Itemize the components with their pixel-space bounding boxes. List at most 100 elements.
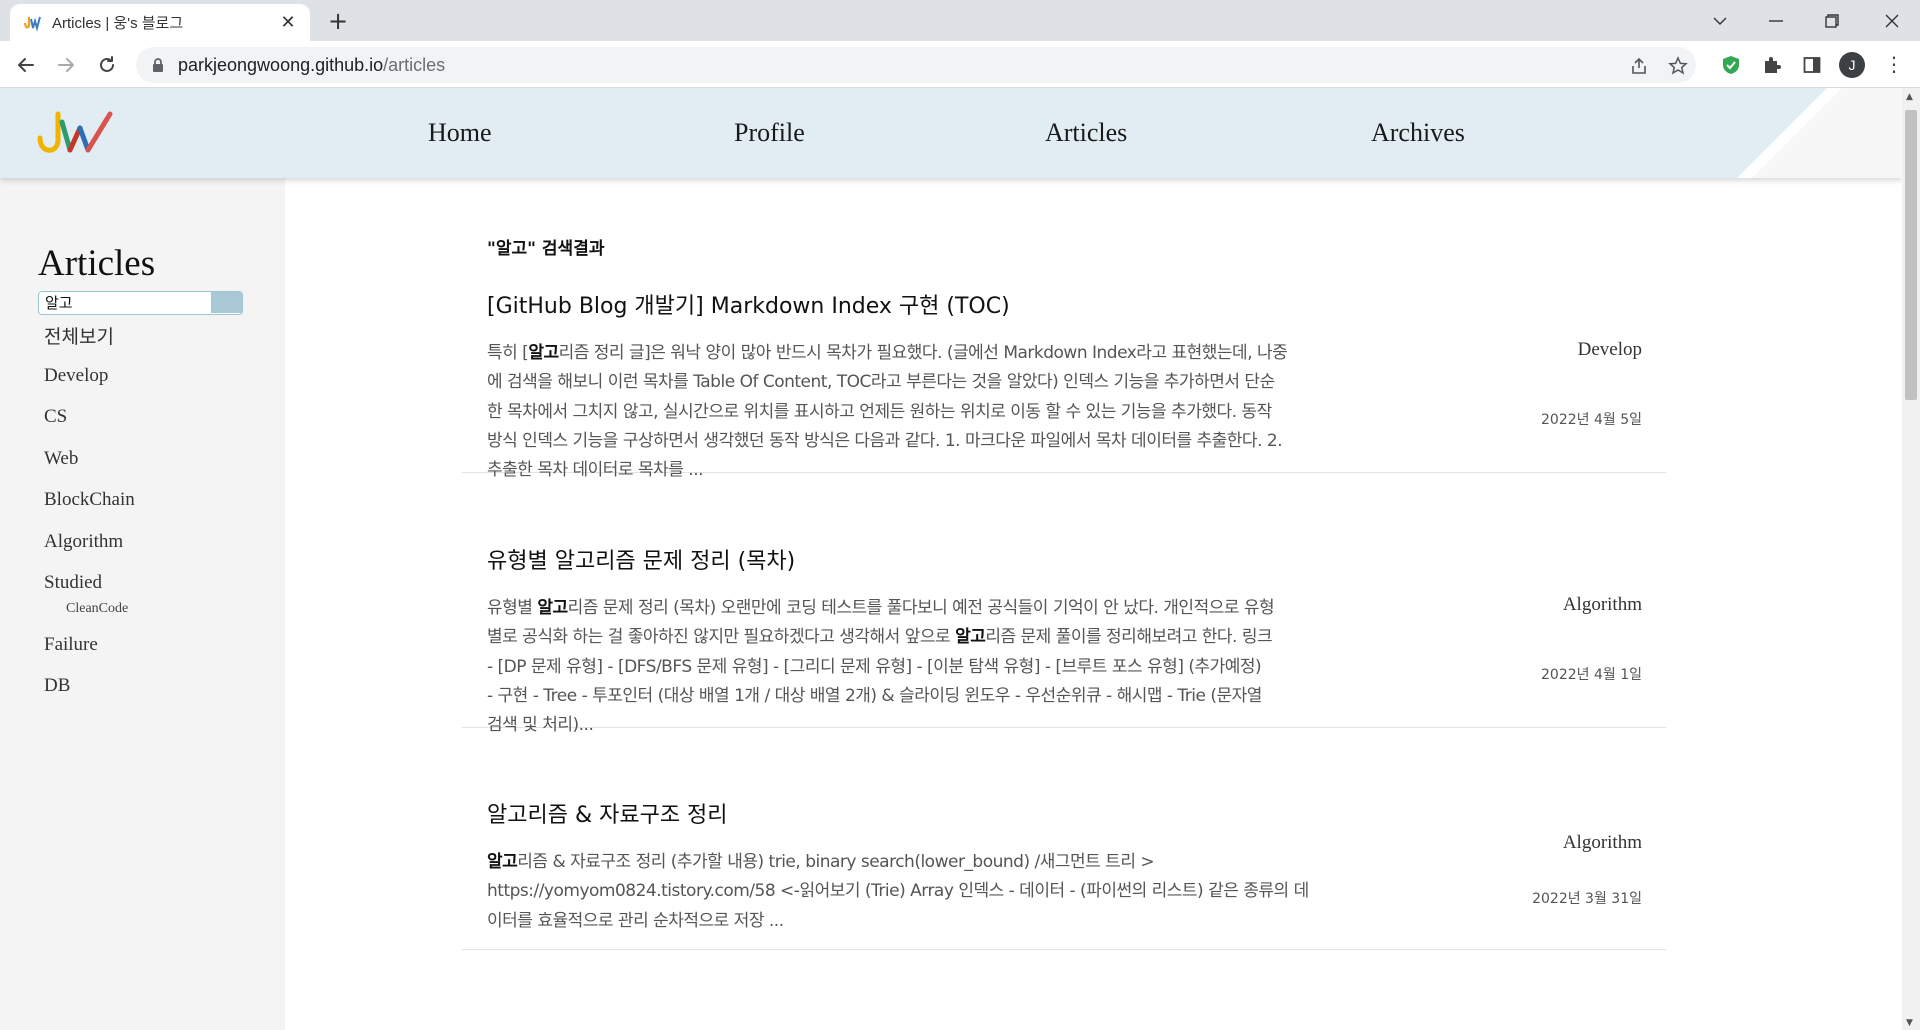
- post-title[interactable]: 알고리즘 & 자료구조 정리: [487, 797, 728, 829]
- category-develop[interactable]: Develop: [44, 365, 108, 387]
- post-item[interactable]: 유형별 알고리즘 문제 정리 (목차) 유형별 알고리즘 문제 정리 (목차) …: [462, 543, 1666, 735]
- excerpt-text: 리즘 정리 글]은 워낙 양이 많아 반드시 목차가 필요했다. (글에선 Ma…: [558, 343, 1288, 363]
- category-db[interactable]: DB: [44, 675, 70, 697]
- site-header: Home Profile Articles Archives: [0, 88, 1902, 178]
- category-web[interactable]: Web: [44, 448, 78, 470]
- search-highlight: 알고: [487, 852, 518, 872]
- excerpt-text: 리즘 & 자료구조 정리 (추가할 내용) trie, binary searc…: [517, 852, 1155, 872]
- category-cs[interactable]: CS: [44, 406, 67, 428]
- category-all[interactable]: 전체보기: [44, 322, 114, 349]
- post-title[interactable]: [GitHub Blog 개발기] Markdown Index 구현 (TOC…: [487, 288, 1010, 320]
- excerpt-text: 유형별: [487, 598, 538, 618]
- search-result-heading: "알고" 검색결과: [487, 239, 605, 259]
- category-algorithm[interactable]: Algorithm: [44, 531, 123, 553]
- post-date: 2022년 3월 31일: [1532, 891, 1642, 907]
- excerpt-line: 유형별 알고리즘 문제 정리 (목차) 오랜만에 코딩 테스트를 풀다보니 예전…: [487, 594, 1452, 623]
- excerpt-text: 이터를 효율적으로 관리 순차적으로 저장 ...: [487, 910, 784, 931]
- excerpt-line: 알고리즘 & 자료구조 정리 (추가할 내용) trie, binary sea…: [487, 848, 1452, 877]
- excerpt-text: https://yomyom0824.tistory.com/58 <-읽어보기…: [487, 881, 1309, 902]
- excerpt-text: - 구현 - Tree - 투포인터 (대상 배열 1개 / 대상 배열 2개)…: [487, 685, 1262, 706]
- search-input[interactable]: [39, 292, 209, 313]
- excerpt-line: 특히 [알고리즘 정리 글]은 워낙 양이 많아 반드시 목차가 필요했다. (…: [487, 339, 1452, 368]
- restore-button[interactable]: [1804, 0, 1860, 41]
- category-blockchain[interactable]: BlockChain: [44, 489, 135, 511]
- post-excerpt: 유형별 알고리즘 문제 정리 (목차) 오랜만에 코딩 테스트를 풀다보니 예전…: [487, 594, 1452, 740]
- url-host: parkjeongwoong.github.io: [178, 54, 384, 75]
- excerpt-text: 별로 공식화 하는 걸 좋아하진 않지만 필요하겠다고 생각해서 앞으로: [487, 627, 956, 648]
- url-path: /articles: [383, 54, 446, 75]
- minimize-button[interactable]: [1748, 0, 1804, 41]
- new-tab-button[interactable]: +: [324, 8, 352, 36]
- excerpt-line: 별로 공식화 하는 걸 좋아하진 않지만 필요하겠다고 생각해서 앞으로 알고리…: [487, 623, 1452, 652]
- browser-tab-strip: Articles | 웅's 블로그 ✕ +: [0, 0, 1920, 41]
- category-studied[interactable]: Studied: [44, 572, 102, 594]
- forward-button[interactable]: [50, 49, 82, 81]
- site-favicon-icon: [23, 16, 41, 32]
- nav-archives[interactable]: Archives: [1371, 118, 1465, 148]
- browser-menu-icon[interactable]: ⋮: [1884, 52, 1904, 76]
- category-failure[interactable]: Failure: [44, 634, 98, 656]
- excerpt-line: - [DP 문제 유형] - [DFS/BFS 문제 유형] - [그리디 문제…: [487, 653, 1452, 682]
- excerpt-text: 한 목차에서 그치지 않고, 실시간으로 위치를 표시하고 언제든 원하는 위치…: [487, 401, 1272, 422]
- shield-extension-icon[interactable]: [1719, 53, 1743, 77]
- post-date: 2022년 4월 1일: [1541, 667, 1642, 683]
- sidebar-title: Articles: [38, 243, 156, 284]
- excerpt-line: 이터를 효율적으로 관리 순차적으로 저장 ...: [487, 907, 1452, 936]
- nav-profile[interactable]: Profile: [734, 118, 805, 148]
- tab-title: Articles | 웅's 블로그: [52, 15, 184, 32]
- browser-tab[interactable]: Articles | 웅's 블로그 ✕: [10, 4, 310, 41]
- site-logo[interactable]: [36, 106, 116, 160]
- page-viewport: Home Profile Articles Archives Articles …: [0, 88, 1902, 1030]
- post-excerpt: 알고리즘 & 자료구조 정리 (추가할 내용) trie, binary sea…: [487, 848, 1452, 936]
- search-highlight: 알고: [537, 598, 568, 618]
- address-bar[interactable]: parkjeongwoong.github.io/articles: [136, 47, 1696, 83]
- post-category[interactable]: Algorithm: [1563, 594, 1642, 616]
- scroll-thumb[interactable]: [1905, 110, 1917, 400]
- profile-avatar[interactable]: J: [1839, 52, 1865, 78]
- excerpt-line: 한 목차에서 그치지 않고, 실시간으로 위치를 표시하고 언제든 원하는 위치…: [487, 398, 1452, 427]
- search-highlight: 알고: [955, 627, 986, 648]
- header-band: [0, 88, 1902, 178]
- back-button[interactable]: [10, 49, 42, 81]
- excerpt-text: - [DP 문제 유형] - [DFS/BFS 문제 유형] - [그리디 문제…: [487, 656, 1262, 677]
- excerpt-text: 리즘 문제 정리 (목차) 오랜만에 코딩 테스트를 풀다보니 예전 공식들이 …: [567, 598, 1275, 618]
- side-panel-icon[interactable]: [1800, 53, 1824, 77]
- post-date: 2022년 4월 5일: [1541, 412, 1642, 428]
- search-box: [38, 291, 243, 315]
- share-icon[interactable]: [1629, 56, 1649, 76]
- browser-toolbar: parkjeongwoong.github.io/articles: [0, 41, 1920, 88]
- excerpt-text: 특히 [: [487, 343, 529, 363]
- nav-home[interactable]: Home: [428, 118, 492, 148]
- excerpt-line: 에 검색을 해보니 이런 목차를 Table Of Content, TOC라고…: [487, 368, 1452, 397]
- reload-button[interactable]: [91, 49, 123, 81]
- post-excerpt: 특히 [알고리즘 정리 글]은 워낙 양이 많아 반드시 목차가 필요했다. (…: [487, 339, 1452, 485]
- excerpt-text: 방식 인덱스 기능을 구상하면서 생각했던 동작 방식은 다음과 같다. 1. …: [487, 430, 1283, 451]
- nav-articles[interactable]: Articles: [1045, 118, 1127, 148]
- bookmark-star-icon[interactable]: [1668, 56, 1688, 76]
- page-scrollbar[interactable]: ▲ ▼: [1902, 88, 1920, 1030]
- excerpt-line: 검색 및 처리)...: [487, 711, 1452, 740]
- excerpt-line: 방식 인덱스 기능을 구상하면서 생각했던 동작 방식은 다음과 같다. 1. …: [487, 427, 1452, 456]
- search-button[interactable]: [211, 292, 242, 313]
- post-item[interactable]: 알고리즘 & 자료구조 정리 알고리즘 & 자료구조 정리 (추가할 내용) t…: [462, 797, 1666, 950]
- excerpt-text: 검색 및 처리)...: [487, 715, 594, 736]
- close-window-button[interactable]: [1864, 0, 1920, 41]
- search-highlight: 알고: [528, 343, 559, 363]
- post-title[interactable]: 유형별 알고리즘 문제 정리 (목차): [487, 543, 795, 575]
- excerpt-line: - 구현 - Tree - 투포인터 (대상 배열 1개 / 대상 배열 2개)…: [487, 682, 1452, 711]
- scroll-up-arrow-icon[interactable]: ▲: [1906, 92, 1913, 102]
- tab-close-icon[interactable]: ✕: [278, 12, 298, 33]
- sidebar: Articles 전체보기 Develop CS Web BlockChain …: [0, 178, 285, 1030]
- lock-icon: [153, 58, 163, 72]
- excerpt-text: 추출한 목차 데이터로 목차를 ...: [487, 460, 704, 481]
- excerpt-text: 에 검색을 해보니 이런 목차를 Table Of Content, TOC라고…: [487, 372, 1275, 393]
- excerpt-line: https://yomyom0824.tistory.com/58 <-읽어보기…: [487, 877, 1452, 906]
- extensions-puzzle-icon[interactable]: [1760, 53, 1784, 77]
- excerpt-line: 추출한 목차 데이터로 목차를 ...: [487, 456, 1452, 485]
- tab-search-icon[interactable]: [1692, 0, 1748, 41]
- scroll-down-arrow-icon[interactable]: ▼: [1906, 1018, 1913, 1028]
- post-category[interactable]: Algorithm: [1563, 832, 1642, 854]
- post-item[interactable]: [GitHub Blog 개발기] Markdown Index 구현 (TOC…: [462, 288, 1666, 480]
- subcategory-cleancode[interactable]: CleanCode: [66, 601, 128, 617]
- post-category[interactable]: Develop: [1578, 339, 1642, 361]
